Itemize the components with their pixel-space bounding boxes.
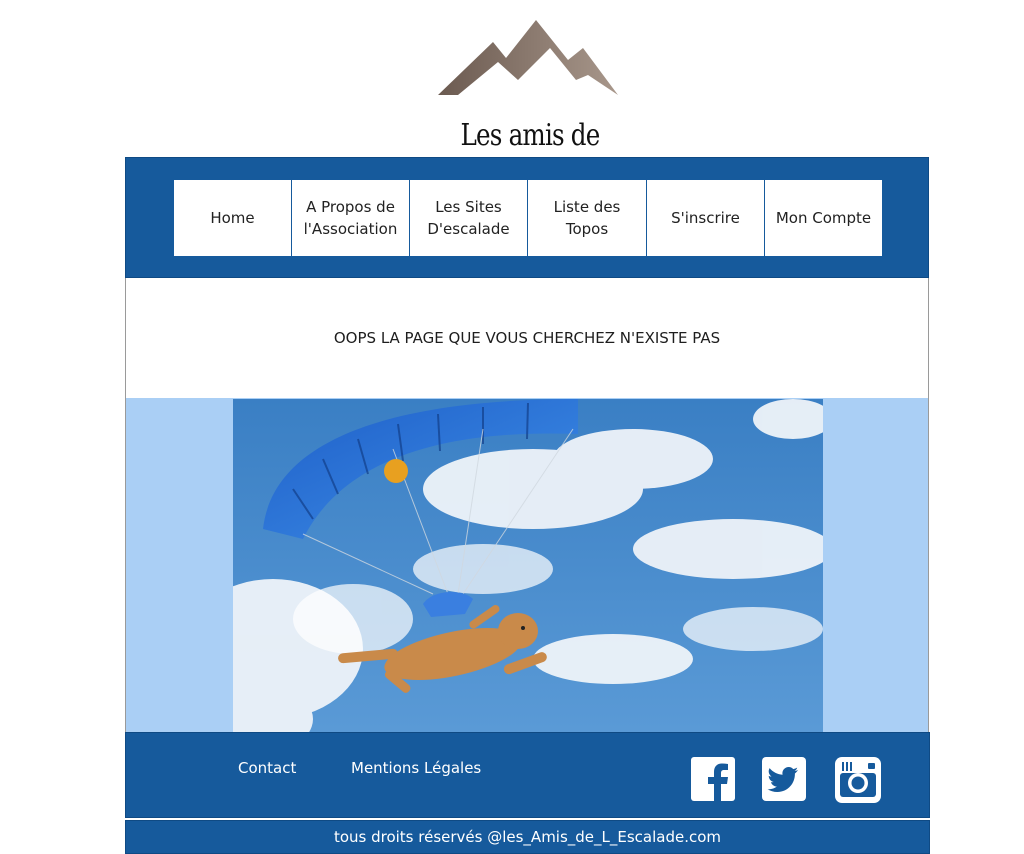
nav-item-home[interactable]: Home bbox=[174, 180, 292, 256]
nav-item-a-propos[interactable]: A Propos de l'Association bbox=[292, 180, 410, 256]
instagram-icon[interactable] bbox=[835, 757, 881, 803]
facebook-icon[interactable] bbox=[691, 757, 737, 803]
copyright-text: tous droits réservés @les_Amis_de_L_Esca… bbox=[333, 828, 722, 846]
site-logo[interactable]: Les amis de l'escalade bbox=[400, 14, 660, 188]
footer: Contact Mentions Légales bbox=[125, 732, 930, 818]
copyright-bar: tous droits réservés @les_Amis_de_L_Esca… bbox=[125, 820, 930, 854]
cat-parachuting-photo bbox=[233, 399, 823, 732]
footer-link-mentions-legales[interactable]: Mentions Légales bbox=[351, 759, 481, 777]
nav-item-sinscrire[interactable]: S'inscrire bbox=[647, 180, 765, 256]
error-message: OOPS LA PAGE QUE VOUS CHERCHEZ N'EXISTE … bbox=[333, 329, 721, 347]
nav-band: Home A Propos de l'Association Les Sites… bbox=[125, 157, 929, 278]
nav-item-liste-topos[interactable]: Liste des Topos bbox=[528, 180, 647, 256]
mountain-icon bbox=[438, 20, 618, 95]
nav-item-mon-compte[interactable]: Mon Compte bbox=[765, 180, 882, 256]
twitter-icon[interactable] bbox=[762, 757, 808, 803]
nav-item-sites-escalade[interactable]: Les Sites D'escalade bbox=[410, 180, 528, 256]
main-nav: Home A Propos de l'Association Les Sites… bbox=[174, 180, 882, 256]
image-band bbox=[125, 398, 929, 733]
footer-link-contact[interactable]: Contact bbox=[238, 759, 296, 777]
error-message-panel: OOPS LA PAGE QUE VOUS CHERCHEZ N'EXISTE … bbox=[125, 278, 929, 399]
